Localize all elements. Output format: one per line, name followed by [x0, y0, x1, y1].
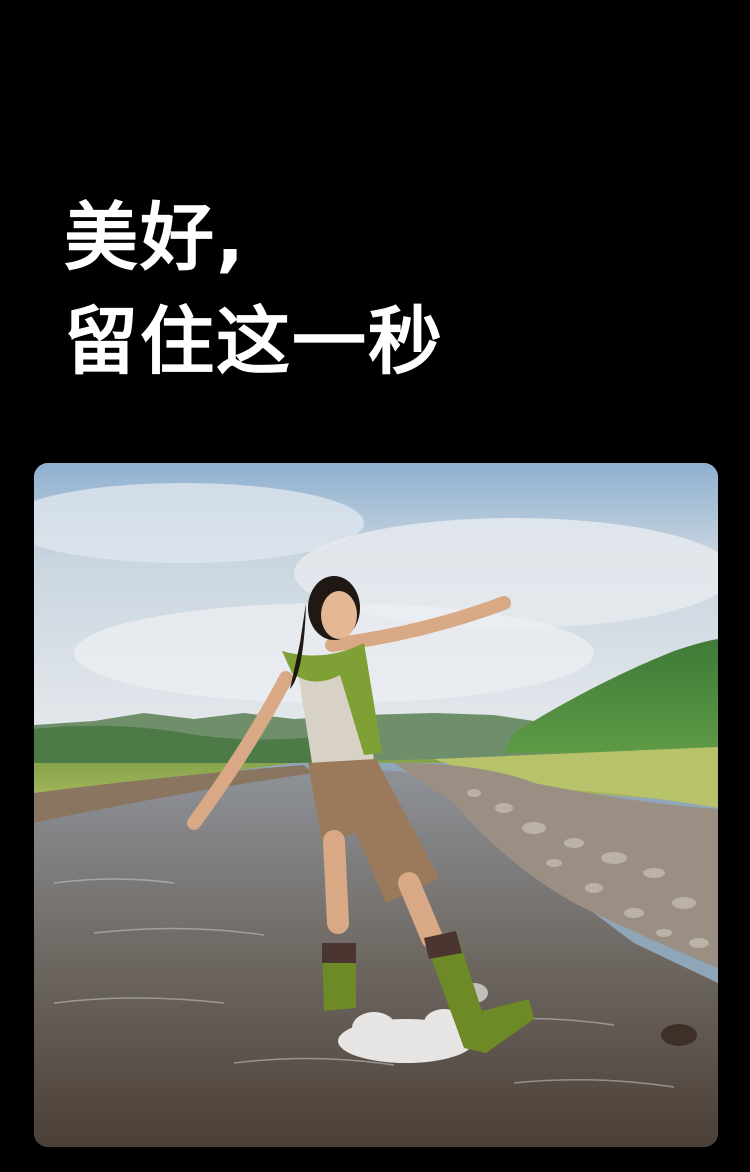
headline: 美好, 留住这一秒 [64, 186, 444, 394]
photo-scene [34, 463, 718, 1147]
headline-line-2: 留住这一秒 [64, 299, 444, 385]
headline-line-1: 美好, [64, 195, 247, 281]
photo [34, 463, 718, 1147]
